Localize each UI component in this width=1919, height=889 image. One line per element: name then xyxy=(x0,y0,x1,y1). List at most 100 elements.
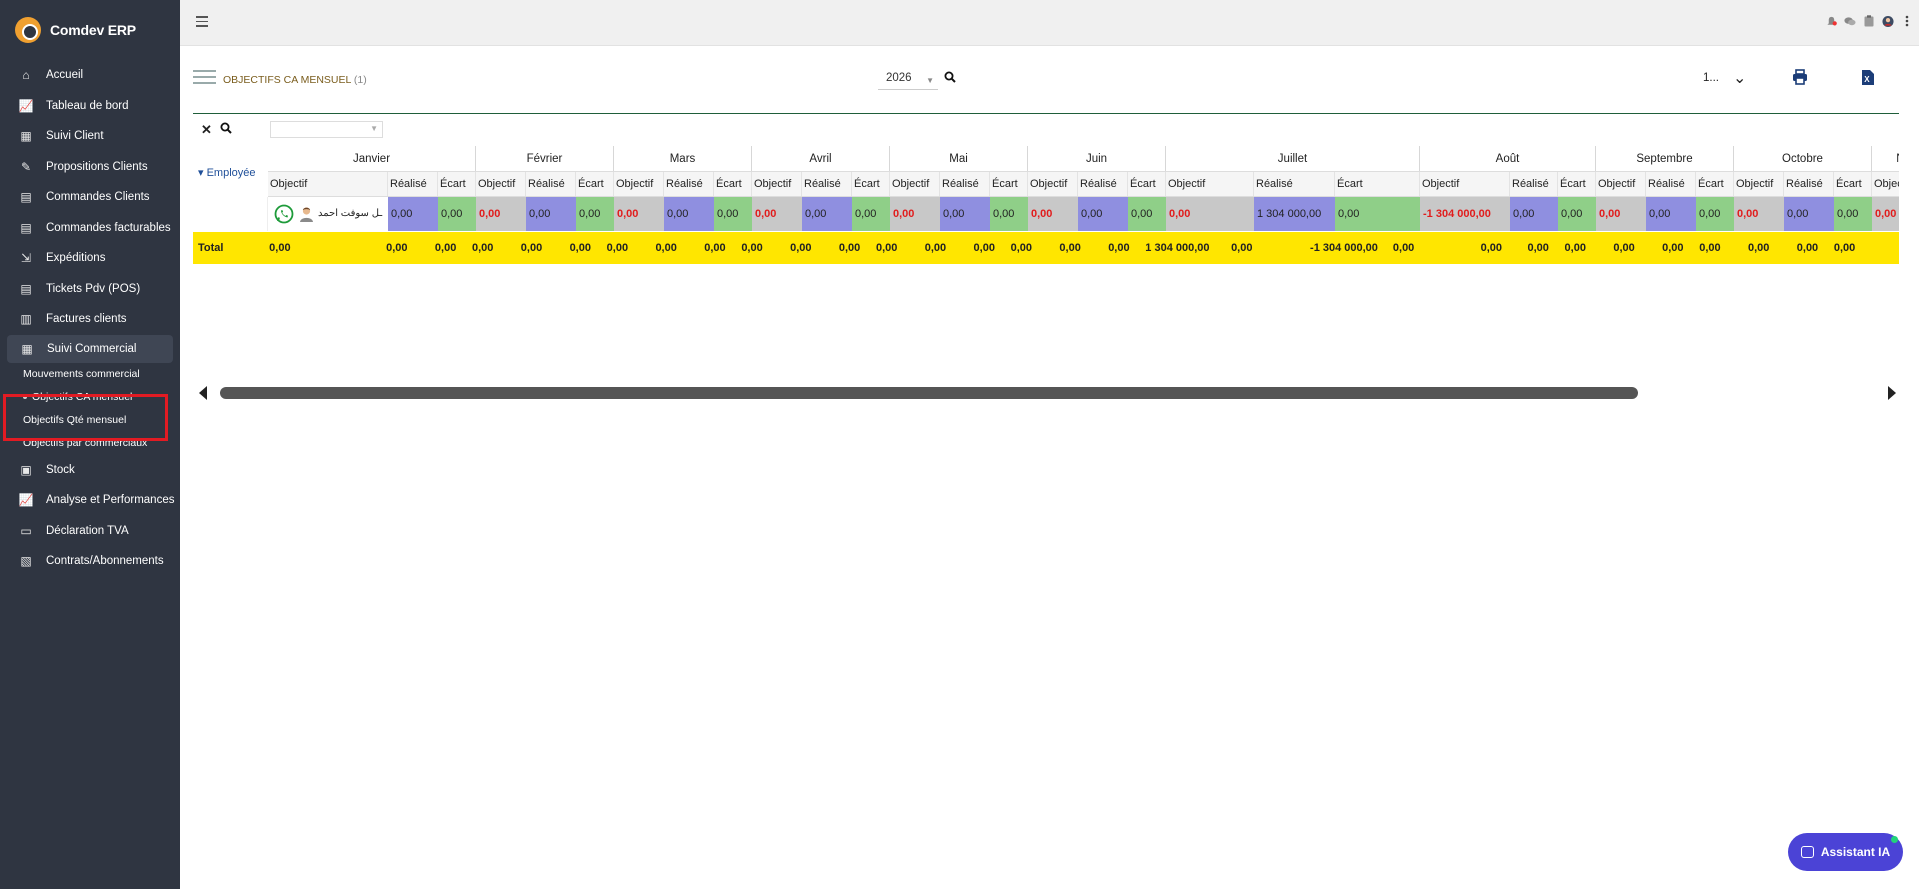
month-header-row: Janvier Février Mars Avril Mai Juin Juillet Aoû… xyxy=(268,146,1899,171)
column-subheader: Écart xyxy=(990,172,1028,196)
brand[interactable]: Comdev ERP xyxy=(0,0,180,60)
column-subheader: Écart xyxy=(576,172,614,196)
page-size-value: 1... xyxy=(1703,72,1719,84)
sidebar-item-bottom-1[interactable]: 📈 Analyse et Performances xyxy=(0,485,180,516)
month-header: Juillet xyxy=(1166,146,1420,171)
total-cell: 0,00 xyxy=(1059,242,1081,254)
table-row[interactable]: ـل سوفت احمد 0,00 0,00 0,00 0,00 0,00 0,00 0,00… xyxy=(193,197,1899,231)
sidebar-item-label: Commandes facturables xyxy=(46,221,171,234)
ecart-cell: 0,00 xyxy=(1558,197,1596,231)
caret-down-icon: ▾ xyxy=(198,167,204,179)
total-cell: 0,00 xyxy=(472,242,494,254)
month-header: Mars xyxy=(614,146,752,171)
total-cell: 0,00 xyxy=(924,242,947,254)
chart-line-icon: 📈 xyxy=(18,98,34,113)
chat-icon[interactable] xyxy=(1844,15,1856,27)
total-cell: 0,00 xyxy=(1392,242,1415,254)
sidebar-item-label: Suivi Commercial xyxy=(47,342,137,355)
column-subheader: Objectif xyxy=(1420,172,1510,196)
chart-line-icon: 📈 xyxy=(18,493,34,508)
sidebar-item-label: Tickets Pdv (POS) xyxy=(46,282,141,295)
year-select[interactable]: 2026 ▼ xyxy=(878,72,938,90)
whatsapp-icon[interactable] xyxy=(274,204,294,224)
sidebar-item-label: Analyse et Performances xyxy=(46,494,175,507)
sidebar-item-bottom-0[interactable]: ▣ Stock xyxy=(0,455,180,486)
employee-filter-select[interactable]: ▼ xyxy=(270,121,383,138)
column-subheader: Réalisé xyxy=(940,172,990,196)
sidebar-item-1[interactable]: 📈 Tableau de bord xyxy=(0,91,180,122)
column-subheader: Objectif xyxy=(614,172,664,196)
horizontal-scrollbar[interactable] xyxy=(193,385,1899,401)
bell-icon[interactable] xyxy=(1825,15,1837,27)
sidebar-item-2[interactable]: ▦ Suivi Client xyxy=(0,121,180,152)
column-subheader: Réalisé xyxy=(664,172,714,196)
realise-cell: 0,00 xyxy=(664,197,714,231)
more-vertical-icon[interactable] xyxy=(1901,15,1913,27)
column-subheader: Objectif xyxy=(1872,172,1899,196)
scroll-right-arrow-icon[interactable] xyxy=(1888,386,1896,400)
column-subheader: Objectif xyxy=(1166,172,1254,196)
excel-export-button[interactable]: X xyxy=(1861,69,1875,86)
page-title: OBJECTIFS CA MENSUEL (1) xyxy=(223,74,367,86)
user-avatar-icon[interactable] xyxy=(1882,15,1894,27)
column-subheader: Réalisé xyxy=(1646,172,1696,196)
sidebar-item-bottom-2[interactable]: ▭ Déclaration TVA xyxy=(0,516,180,547)
total-cell: 0,00 xyxy=(790,242,812,254)
column-subheader: Écart xyxy=(1128,172,1166,196)
briefcase-icon: ▧ xyxy=(20,554,32,569)
ecart-cell: 0,00 xyxy=(576,197,614,231)
total-cell: 1 304 000,00 xyxy=(1145,242,1210,254)
filter-search-icon[interactable] xyxy=(220,122,232,137)
objectif-cell: 0,00 xyxy=(1872,197,1899,231)
sidebar-item-9[interactable]: ▦ Suivi Commercial xyxy=(7,334,173,363)
page-size-select[interactable]: 1... ⌄ xyxy=(1703,70,1746,87)
sidebar-item-6[interactable]: ⇲ Expéditions xyxy=(0,243,180,274)
sidebar-item-label: Suivi Client xyxy=(46,130,104,143)
filter-row: ✕ ▼ xyxy=(193,118,1899,142)
sidebar-subitem-0[interactable]: Mouvements commercial xyxy=(0,363,180,386)
clear-filter-icon[interactable]: ✕ xyxy=(201,122,212,138)
sidebar-item-0[interactable]: ⌂ Accueil xyxy=(0,60,180,91)
search-icon[interactable] xyxy=(944,71,956,86)
sidebar-item-7[interactable]: ▤ Tickets Pdv (POS) xyxy=(0,274,180,305)
clipboard-icon[interactable] xyxy=(1863,15,1875,27)
total-cell: 0,00 xyxy=(1564,242,1586,254)
topbar-icons xyxy=(1825,15,1913,27)
caret-down-icon: ▼ xyxy=(926,76,934,85)
chevron-down-icon: ⌄ xyxy=(1733,70,1747,87)
file-signature-icon: ✎ xyxy=(20,159,32,174)
menu-toggle-icon[interactable] xyxy=(196,16,208,27)
print-button[interactable] xyxy=(1792,69,1808,85)
employee-group-header[interactable]: ▾ Employée xyxy=(198,166,256,179)
sidebar-item-4[interactable]: ▤ Commandes Clients xyxy=(0,182,180,213)
objectif-cell: 0,00 xyxy=(1596,197,1646,231)
total-cell xyxy=(1880,232,1899,264)
ecart-cell: 0,00 xyxy=(1128,197,1166,231)
column-subheader: Écart xyxy=(1558,172,1596,196)
list-icon[interactable] xyxy=(193,70,216,86)
scroll-left-arrow-icon[interactable] xyxy=(199,386,207,400)
objectif-cell: 0,00 xyxy=(1734,197,1784,231)
realise-cell: 0,00 xyxy=(1646,197,1696,231)
total-cell: 0,00 xyxy=(1699,242,1721,254)
file-invoice-icon: ▥ xyxy=(20,312,32,327)
objectif-cell: 0,00 xyxy=(890,197,940,231)
page-title-text: OBJECTIFS CA MENSUEL xyxy=(223,74,351,86)
caret-down-icon: ▼ xyxy=(370,124,378,133)
scrollbar-thumb[interactable] xyxy=(220,387,1638,399)
objectif-cell: 0,00 xyxy=(1028,197,1078,231)
realise-cell: 0,00 xyxy=(1784,197,1834,231)
sidebar-item-label: Commandes Clients xyxy=(46,191,150,204)
sidebar-item-5[interactable]: ▤ Commandes facturables xyxy=(0,213,180,244)
sidebar-item-8[interactable]: ▥ Factures clients xyxy=(0,304,180,335)
subheader-row: Objectif Réalisé Écart Objectif Réalisé Écart… xyxy=(268,171,1899,197)
sidebar-item-3[interactable]: ✎ Propositions Clients xyxy=(0,152,180,183)
column-subheader: Objectif xyxy=(752,172,802,196)
sidebar-item-bottom-3[interactable]: ▧ Contrats/Abonnements xyxy=(0,546,180,577)
assistant-ia-button[interactable]: Assistant IA xyxy=(1788,833,1903,871)
sidebar: Comdev ERP ⌂ Accueil 📈 Tableau de bord ▦ Suiv… xyxy=(0,0,180,889)
employee-name: ـل سوفت احمد xyxy=(318,208,383,219)
ecart-cell: 0,00 xyxy=(990,197,1028,231)
month-header: Juin xyxy=(1028,146,1166,171)
sidebar-subitem-label: Mouvements commercial xyxy=(23,368,140,380)
